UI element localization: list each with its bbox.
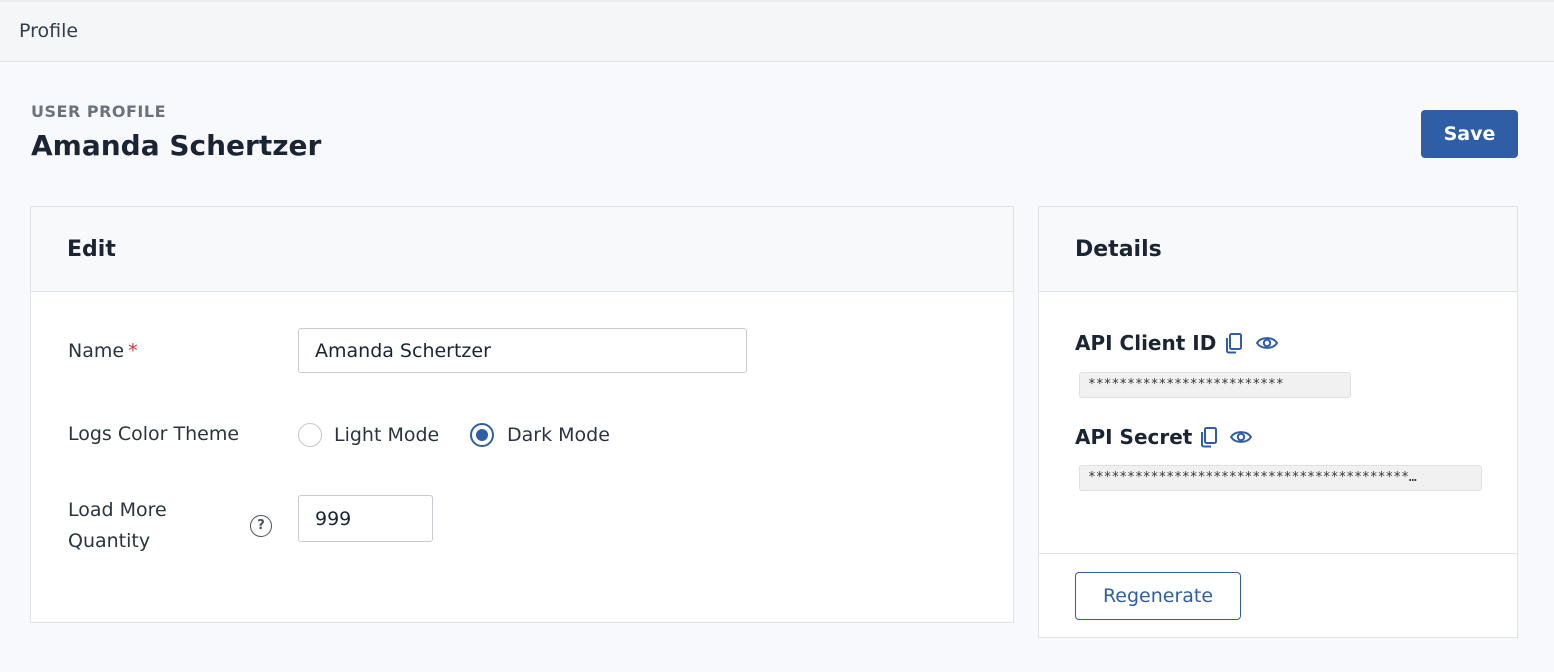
breadcrumb[interactable]: Profile bbox=[19, 20, 78, 42]
copy-icon[interactable] bbox=[1223, 332, 1245, 354]
load-more-input[interactable] bbox=[298, 495, 433, 542]
details-card: Details API Client ID ******************… bbox=[1038, 206, 1518, 638]
load-more-label: Load More bbox=[68, 499, 167, 521]
name-label: Name * bbox=[68, 336, 138, 367]
edit-card-title: Edit bbox=[67, 237, 116, 262]
details-card-title: Details bbox=[1075, 237, 1162, 262]
page-title: Amanda Schertzer bbox=[31, 129, 322, 162]
top-bar: Profile bbox=[0, 0, 1554, 62]
eye-icon[interactable] bbox=[1255, 332, 1279, 354]
dark-mode-radio[interactable] bbox=[470, 423, 494, 447]
light-mode-radio[interactable] bbox=[298, 423, 322, 447]
api-secret-value: ****************************************… bbox=[1079, 465, 1482, 491]
edit-card: Edit Name* Logs Color Theme Light Mode D… bbox=[30, 206, 1014, 623]
details-card-header: Details bbox=[1039, 207, 1517, 292]
api-secret-label: API Secret bbox=[1075, 425, 1193, 449]
theme-label: Logs Color Theme bbox=[68, 423, 240, 445]
copy-icon[interactable] bbox=[1198, 426, 1220, 448]
required-marker: * bbox=[128, 340, 138, 362]
light-mode-label[interactable]: Light Mode bbox=[334, 423, 439, 447]
load-more-label-line2: Quantity bbox=[68, 530, 151, 552]
api-client-id-value: ************************* bbox=[1079, 372, 1351, 398]
dark-mode-label[interactable]: Dark Mode bbox=[507, 423, 610, 447]
edit-card-header: Edit bbox=[31, 207, 1013, 292]
question-circle-icon[interactable]: ? bbox=[250, 515, 272, 537]
details-footer-divider bbox=[1039, 553, 1517, 554]
regenerate-button[interactable]: Regenerate bbox=[1075, 572, 1241, 620]
name-label-text: Name bbox=[68, 340, 125, 362]
save-button[interactable]: Save bbox=[1421, 110, 1518, 158]
page-eyebrow: USER PROFILE bbox=[31, 102, 166, 121]
eye-icon[interactable] bbox=[1229, 426, 1253, 448]
name-input[interactable] bbox=[298, 328, 747, 373]
api-client-id-label: API Client ID bbox=[1075, 331, 1217, 355]
